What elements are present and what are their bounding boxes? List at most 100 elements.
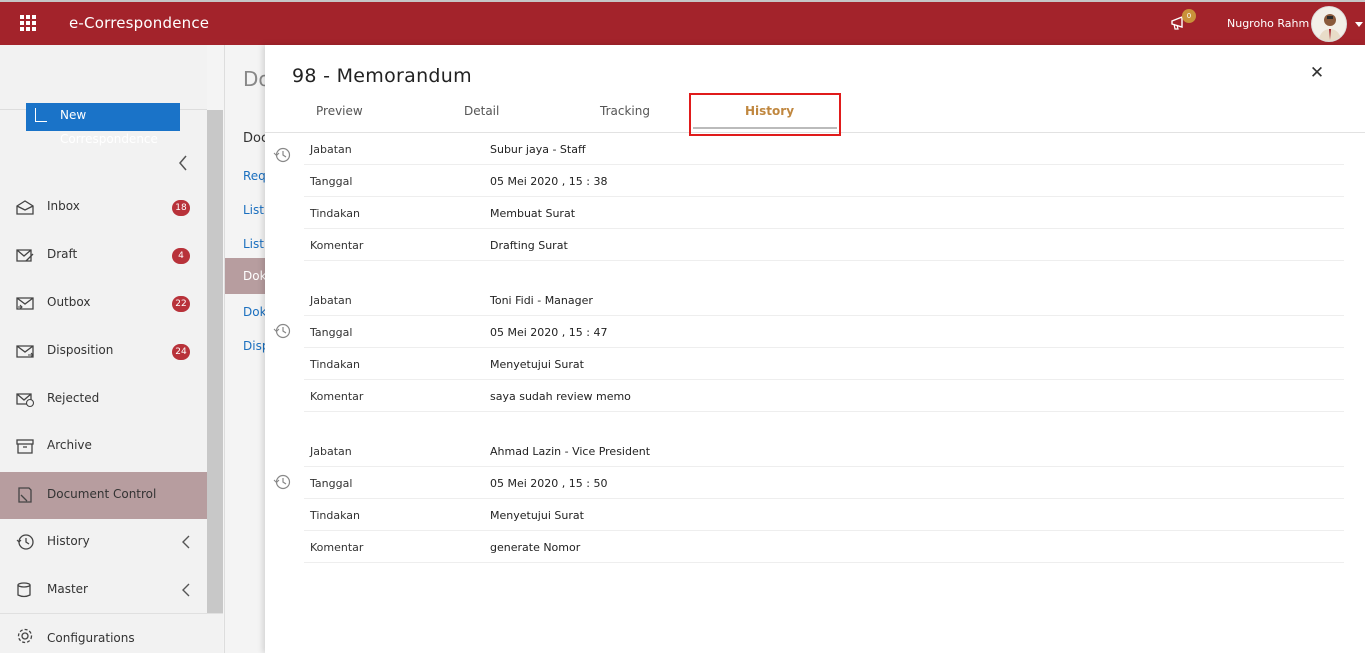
sidebar-item-label: Draft [47, 247, 78, 261]
sidebar-item-label: Disposition [47, 343, 114, 357]
field-value: Menyetujui Surat [490, 509, 584, 522]
history-row: Tanggal 05 Mei 2020 , 15 : 50 [304, 467, 1344, 499]
field-label: Komentar [310, 239, 364, 252]
background-link-active[interactable]: Doku [225, 258, 274, 294]
tab-preview[interactable]: Preview [316, 104, 363, 118]
field-value: generate Nomor [490, 541, 581, 554]
field-value: Membuat Surat [490, 207, 576, 220]
master-icon [17, 582, 31, 598]
field-label: Tanggal [310, 477, 353, 490]
inbox-icon [16, 200, 34, 215]
field-value: Menyetujui Surat [490, 358, 584, 371]
avatar[interactable] [1311, 6, 1347, 42]
history-row: Jabatan Subur jaya - Staff [304, 133, 1344, 165]
tab-detail[interactable]: Detail [464, 104, 499, 118]
history-icon [273, 323, 291, 339]
history-icon [16, 534, 34, 550]
field-label: Tindakan [310, 509, 361, 522]
field-value: 05 Mei 2020 , 15 : 50 [490, 477, 608, 490]
field-label: Komentar [310, 541, 364, 554]
chevron-left-icon [182, 583, 190, 597]
badge-draft: 4 [172, 248, 190, 264]
grid-icon[interactable] [20, 15, 36, 31]
history-row: Komentar generate Nomor [304, 531, 1344, 563]
history-icon [273, 474, 291, 490]
sidebar-item-label: Inbox [47, 199, 80, 213]
sidebar-item-outbox[interactable]: Outbox 22 [0, 280, 207, 327]
history-row: Tindakan Menyetujui Surat [304, 499, 1344, 531]
field-value: 05 Mei 2020 , 15 : 38 [490, 175, 608, 188]
disposition-icon [16, 345, 34, 358]
sidebar-item-draft[interactable]: Draft 4 [0, 232, 207, 279]
badge-disposition: 24 [172, 344, 190, 360]
new-correspondence-button[interactable]: New Correspondence [26, 103, 180, 146]
history-row: Tindakan Membuat Surat [304, 197, 1344, 229]
sidebar-item-inbox[interactable]: Inbox 18 [0, 184, 207, 231]
field-value: Drafting Surat [490, 239, 568, 252]
sidebar-item-label: Document Control [47, 487, 157, 501]
history-row: Jabatan Toni Fidi - Manager [304, 284, 1344, 316]
tab-tracking[interactable]: Tracking [600, 104, 650, 118]
close-button[interactable]: ✕ [1309, 65, 1325, 82]
sidebar-item-label: Archive [47, 438, 92, 452]
app-title: e-Correspondence [69, 14, 210, 32]
sidebar-item-label: History [47, 534, 90, 548]
field-label: Komentar [310, 390, 364, 403]
background-page: Do Doc Requ List List Doku Doku Disp [224, 45, 274, 653]
sidebar-item-archive[interactable]: Archive [0, 423, 207, 470]
tab-highlight-box [689, 93, 841, 136]
top-bar: e-Correspondence 0 Nugroho Rahm [0, 0, 1365, 45]
history-row: Jabatan Ahmad Lazin - Vice President [304, 435, 1344, 467]
badge-inbox: 18 [172, 200, 190, 216]
field-label: Tindakan [310, 207, 361, 220]
sidebar-scrollbar[interactable] [207, 110, 223, 615]
history-row: Komentar saya sudah review memo [304, 380, 1344, 412]
field-label: Tanggal [310, 326, 353, 339]
sidebar-item-label: Rejected [47, 391, 100, 405]
field-value: 05 Mei 2020 , 15 : 47 [490, 326, 608, 339]
field-value: Toni Fidi - Manager [490, 294, 593, 307]
sidebar-item-disposition[interactable]: Disposition 24 [0, 328, 207, 375]
user-menu-caret-icon[interactable] [1355, 22, 1363, 27]
sidebar-item-label: Configurations [47, 631, 135, 645]
field-label: Jabatan [310, 143, 352, 156]
sidebar-item-master[interactable]: Master [0, 567, 207, 614]
outbox-icon [16, 297, 34, 310]
history-row: Tanggal 05 Mei 2020 , 15 : 38 [304, 165, 1344, 197]
new-document-icon [35, 108, 47, 122]
field-value: Ahmad Lazin - Vice President [490, 445, 651, 458]
background-link[interactable]: List [243, 203, 264, 217]
field-label: Tindakan [310, 358, 361, 371]
chevron-left-icon [182, 535, 190, 549]
history-row: Komentar Drafting Surat [304, 229, 1344, 261]
detail-panel: 98 - Memorandum ✕ Preview Detail Trackin… [265, 45, 1365, 653]
notification-badge: 0 [1182, 9, 1196, 23]
background-link[interactable]: List [243, 237, 264, 251]
archive-icon [16, 439, 34, 454]
field-label: Jabatan [310, 445, 352, 458]
sidebar-item-label: Outbox [47, 295, 91, 309]
gear-icon [17, 628, 33, 644]
field-label: Jabatan [310, 294, 352, 307]
sidebar-item-label: Master [47, 582, 88, 596]
sidebar-item-configurations[interactable]: Configurations [0, 615, 207, 653]
tab-bar: Preview Detail Tracking History [265, 93, 1365, 136]
new-correspondence-label: New Correspondence [60, 108, 158, 146]
field-label: Tanggal [310, 175, 353, 188]
field-value: saya sudah review memo [490, 390, 631, 403]
rejected-icon [16, 393, 35, 408]
collapse-sidebar-icon[interactable] [178, 155, 188, 171]
sidebar-header [0, 45, 207, 110]
user-name[interactable]: Nugroho Rahm [1227, 17, 1309, 30]
history-row: Tanggal 05 Mei 2020 , 15 : 47 [304, 316, 1344, 348]
document-control-icon [18, 487, 32, 503]
panel-title: 98 - Memorandum [292, 65, 472, 87]
badge-outbox: 22 [172, 296, 190, 312]
field-value: Subur jaya - Staff [490, 143, 586, 156]
history-icon [273, 147, 291, 163]
sidebar-item-document-control[interactable]: Document Control [0, 472, 207, 519]
history-row: Tindakan Menyetujui Surat [304, 348, 1344, 380]
sidebar-item-rejected[interactable]: Rejected [0, 376, 207, 423]
draft-icon [16, 249, 34, 262]
sidebar-item-history[interactable]: History [0, 519, 207, 566]
